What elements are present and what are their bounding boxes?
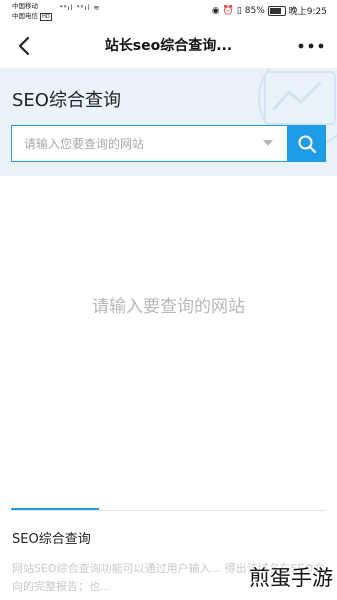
more-button[interactable] [295, 32, 327, 60]
nav-title: 站长seo综合查询... [104, 38, 233, 54]
status-bar: 中国移动 中国电信 HD ⁴⁶ıl ⁴⁶ıl ≋ ◉ ⏰ ▯ 85% 晚上9:2… [0, 0, 337, 24]
eye-icon: ◉ [211, 5, 220, 16]
carrier-2: 中国电信 HD [12, 12, 52, 21]
empty-state-hint: 请输入要查询的网站 [92, 297, 245, 317]
alarm-icon: ⏰ [222, 5, 234, 16]
vibrate-icon: ▯ [236, 5, 242, 16]
carrier-1: 中国移动 [12, 2, 38, 10]
chevron-left-icon [18, 36, 30, 56]
signal-icons: ⁴⁶ıl ⁴⁶ıl ≋ [60, 4, 100, 12]
battery-percent: 85% [244, 5, 265, 16]
search-row [11, 125, 326, 162]
search-button[interactable] [287, 125, 326, 162]
search-input[interactable] [11, 125, 287, 162]
search-header: SEO综合查询 [0, 68, 337, 176]
search-icon [298, 135, 316, 153]
clock: 晚上9:25 [288, 7, 327, 17]
section-divider [11, 510, 326, 511]
watermark: 煎蛋手游 [249, 566, 333, 590]
more-dots-icon [298, 43, 324, 49]
carrier-info: 中国移动 中国电信 HD [12, 1, 52, 22]
dropdown-arrow-icon[interactable] [263, 140, 273, 146]
wifi-icon: ≋ [93, 4, 101, 12]
back-button[interactable] [10, 32, 38, 60]
nav-bar: 站长seo综合查询... [0, 24, 337, 68]
status-right: ◉ ⏰ ▯ 85% 晚上9:25 [212, 4, 327, 17]
battery-icon [267, 5, 286, 16]
signal-1-icon: ⁴⁶ıl [60, 4, 74, 12]
hd-badge: HD [40, 13, 52, 21]
page-heading: SEO综合查询 [12, 90, 121, 111]
section-title: SEO综合查询 [12, 532, 91, 547]
signal-2-icon: ⁴⁶ıl [76, 4, 91, 12]
